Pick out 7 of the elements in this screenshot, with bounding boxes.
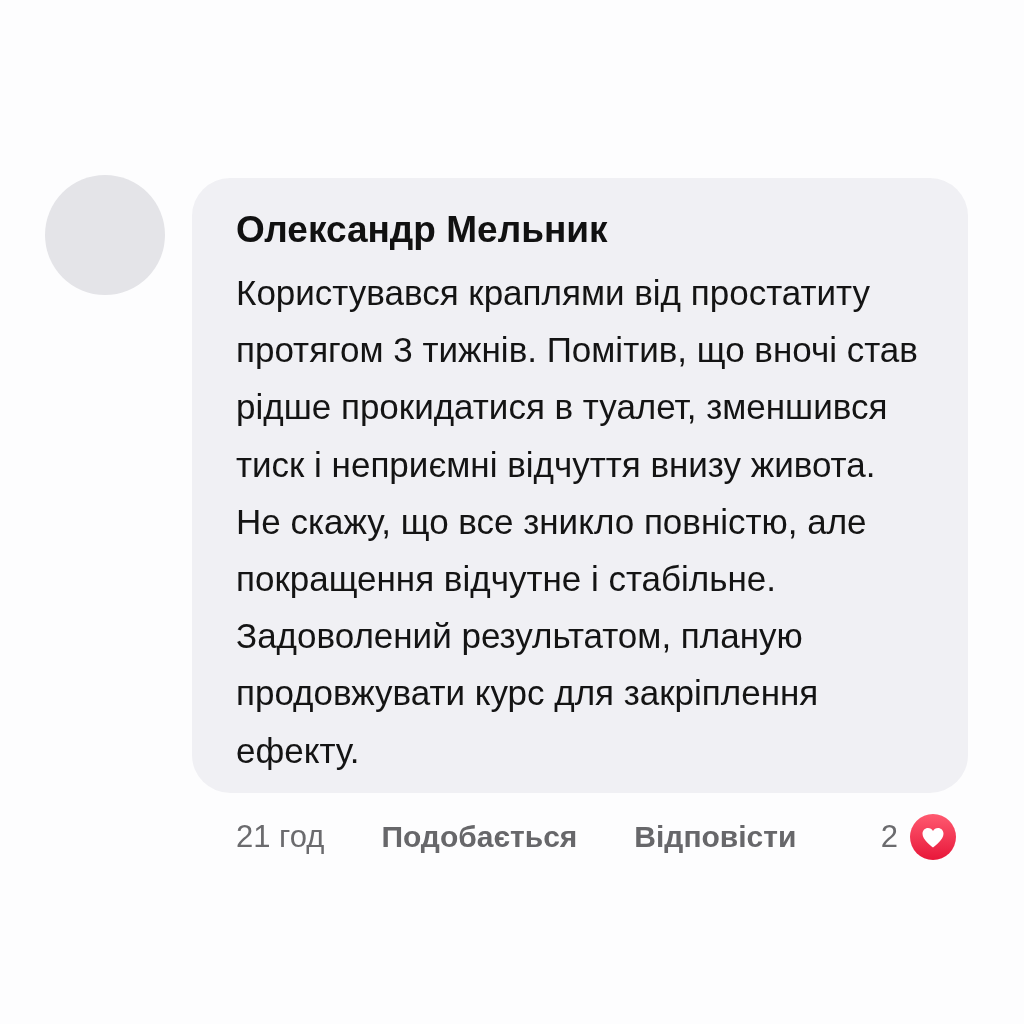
comment-time: 21 год (236, 817, 325, 856)
author-name[interactable]: Олександр Мельник (236, 208, 925, 252)
reaction-count: 2 (880, 817, 898, 856)
heart-reaction-icon[interactable] (910, 813, 956, 860)
comment-action[interactable]: Подобається (381, 814, 578, 859)
comment-action[interactable]: Відповісти (634, 814, 797, 859)
comment-text: Користувався краплями від простатиту протягом 3 тижнів. Помітив, що вночі став рідше прокидатися в туалет, зменшився тиск і неприємні відчуття внизу живота. Не скажу, що все зникло повністю, але покращення відчутне і стабільне. Задоволений результатом, планую продовжувати курс для закріплення ефекту. (236, 272, 919, 772)
